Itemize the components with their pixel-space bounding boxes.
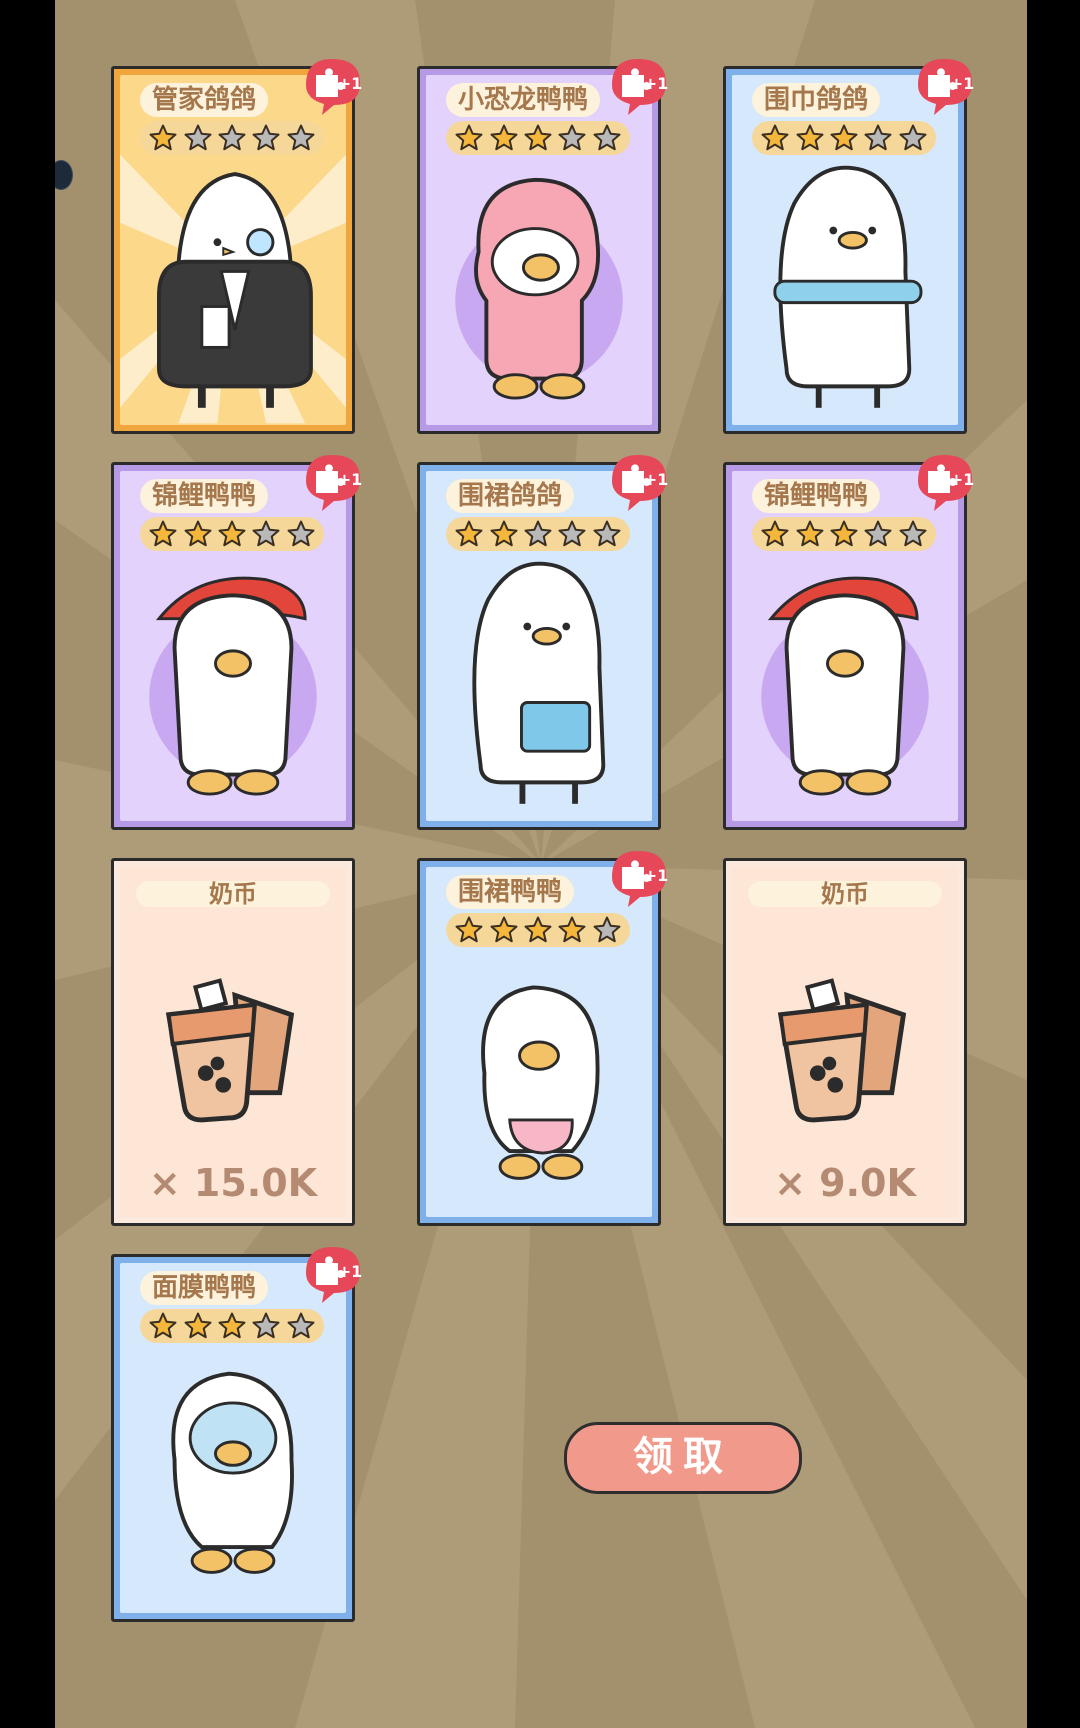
puzzle-piece-plus-one-badge: +1: [306, 59, 363, 115]
star-empty-icon: [252, 124, 280, 151]
puzzle-piece-plus-one-badge: +1: [612, 455, 669, 511]
badge-label: +1: [338, 74, 363, 93]
badge-label: +1: [644, 470, 669, 489]
star-filled-icon: [490, 916, 518, 943]
card-name: 锦鲤鸭鸭: [752, 479, 881, 513]
star-filled-icon: [524, 916, 552, 943]
star-filled-icon: [490, 124, 518, 151]
star-empty-icon: [593, 916, 621, 943]
card-name: 围裙鸽鸽: [446, 479, 575, 513]
star-empty-icon: [593, 520, 621, 547]
star-filled-icon: [455, 124, 483, 151]
star-filled-icon: [149, 1312, 177, 1339]
badge-label: +1: [950, 470, 975, 489]
star-empty-icon: [558, 520, 586, 547]
star-filled-icon: [218, 520, 246, 547]
star-filled-icon: [524, 124, 552, 151]
card-name: 面膜鸭鸭: [140, 1271, 269, 1305]
badge-label: +1: [338, 1262, 363, 1281]
card-name: 奶币: [136, 881, 330, 907]
star-filled-icon: [761, 520, 789, 547]
reward-card-6[interactable]: 锦鲤鸭鸭 +1: [723, 455, 974, 830]
star-empty-icon: [558, 124, 586, 151]
claim-button[interactable]: 领取: [564, 1422, 802, 1494]
star-empty-icon: [184, 124, 212, 151]
reward-card-8[interactable]: 围裙鸭鸭 +1: [417, 851, 668, 1226]
card-name: 管家鸽鸽: [140, 83, 269, 117]
star-rating: [446, 517, 630, 551]
card-name: 小恐龙鸭鸭: [446, 83, 601, 117]
puzzle-piece-plus-one-badge: +1: [306, 455, 363, 511]
star-empty-icon: [899, 520, 927, 547]
star-filled-icon: [796, 124, 824, 151]
star-rating: [140, 517, 324, 551]
reward-card-3[interactable]: 围巾鸽鸽 +1: [723, 59, 974, 434]
star-rating: [446, 913, 630, 947]
star-filled-icon: [761, 124, 789, 151]
star-filled-icon: [184, 520, 212, 547]
star-rating: [752, 121, 936, 155]
reward-card-5[interactable]: 围裙鸽鸽 +1: [417, 455, 668, 830]
star-empty-icon: [593, 124, 621, 151]
star-empty-icon: [899, 124, 927, 151]
reward-amount: × 15.0K: [148, 1161, 318, 1205]
star-filled-icon: [830, 124, 858, 151]
reward-card-10[interactable]: 面膜鸭鸭 +1: [111, 1247, 362, 1622]
star-rating: [446, 121, 630, 155]
star-empty-icon: [287, 1312, 315, 1339]
card-name: 围巾鸽鸽: [752, 83, 881, 117]
star-rating: [140, 1309, 324, 1343]
star-empty-icon: [252, 1312, 280, 1339]
star-filled-icon: [796, 520, 824, 547]
badge-label: +1: [950, 74, 975, 93]
reward-card-2[interactable]: 小恐龙鸭鸭 +1: [417, 59, 668, 434]
card-name: 锦鲤鸭鸭: [140, 479, 269, 513]
star-empty-icon: [218, 124, 246, 151]
star-filled-icon: [149, 124, 177, 151]
puzzle-piece-plus-one-badge: +1: [918, 455, 975, 511]
puzzle-piece-plus-one-badge: +1: [612, 59, 669, 115]
star-filled-icon: [490, 520, 518, 547]
star-empty-icon: [524, 520, 552, 547]
puzzle-piece-plus-one-badge: +1: [918, 59, 975, 115]
star-filled-icon: [455, 520, 483, 547]
star-filled-icon: [184, 1312, 212, 1339]
star-filled-icon: [149, 520, 177, 547]
card-name: 奶币: [748, 881, 942, 907]
badge-label: +1: [338, 470, 363, 489]
star-rating: [752, 517, 936, 551]
star-empty-icon: [252, 520, 280, 547]
reward-card-9-milk-coin[interactable]: 奶币 × 9.0K: [723, 858, 967, 1226]
reward-amount: × 9.0K: [774, 1161, 916, 1205]
reward-card-4[interactable]: 锦鲤鸭鸭 +1: [111, 455, 362, 830]
reward-card-1[interactable]: 管家鸽鸽 +1: [111, 59, 362, 434]
star-empty-icon: [287, 520, 315, 547]
puzzle-piece-plus-one-badge: +1: [612, 851, 669, 907]
star-empty-icon: [864, 520, 892, 547]
badge-label: +1: [644, 866, 669, 885]
badge-label: +1: [644, 74, 669, 93]
star-empty-icon: [287, 124, 315, 151]
reward-screen: 管家鸽鸽 +1 小恐龙鸭鸭 +1 围巾鸽鸽 +1 锦鲤鸭鸭 +1 围裙鸽鸽 +1…: [55, 0, 1027, 1728]
star-filled-icon: [455, 916, 483, 943]
card-name: 围裙鸭鸭: [446, 875, 575, 909]
reward-card-7-milk-coin[interactable]: 奶币 × 15.0K: [111, 858, 355, 1226]
puzzle-piece-plus-one-badge: +1: [306, 1247, 363, 1303]
star-filled-icon: [218, 1312, 246, 1339]
star-filled-icon: [830, 520, 858, 547]
star-filled-icon: [558, 916, 586, 943]
star-rating: [140, 121, 324, 155]
star-empty-icon: [864, 124, 892, 151]
